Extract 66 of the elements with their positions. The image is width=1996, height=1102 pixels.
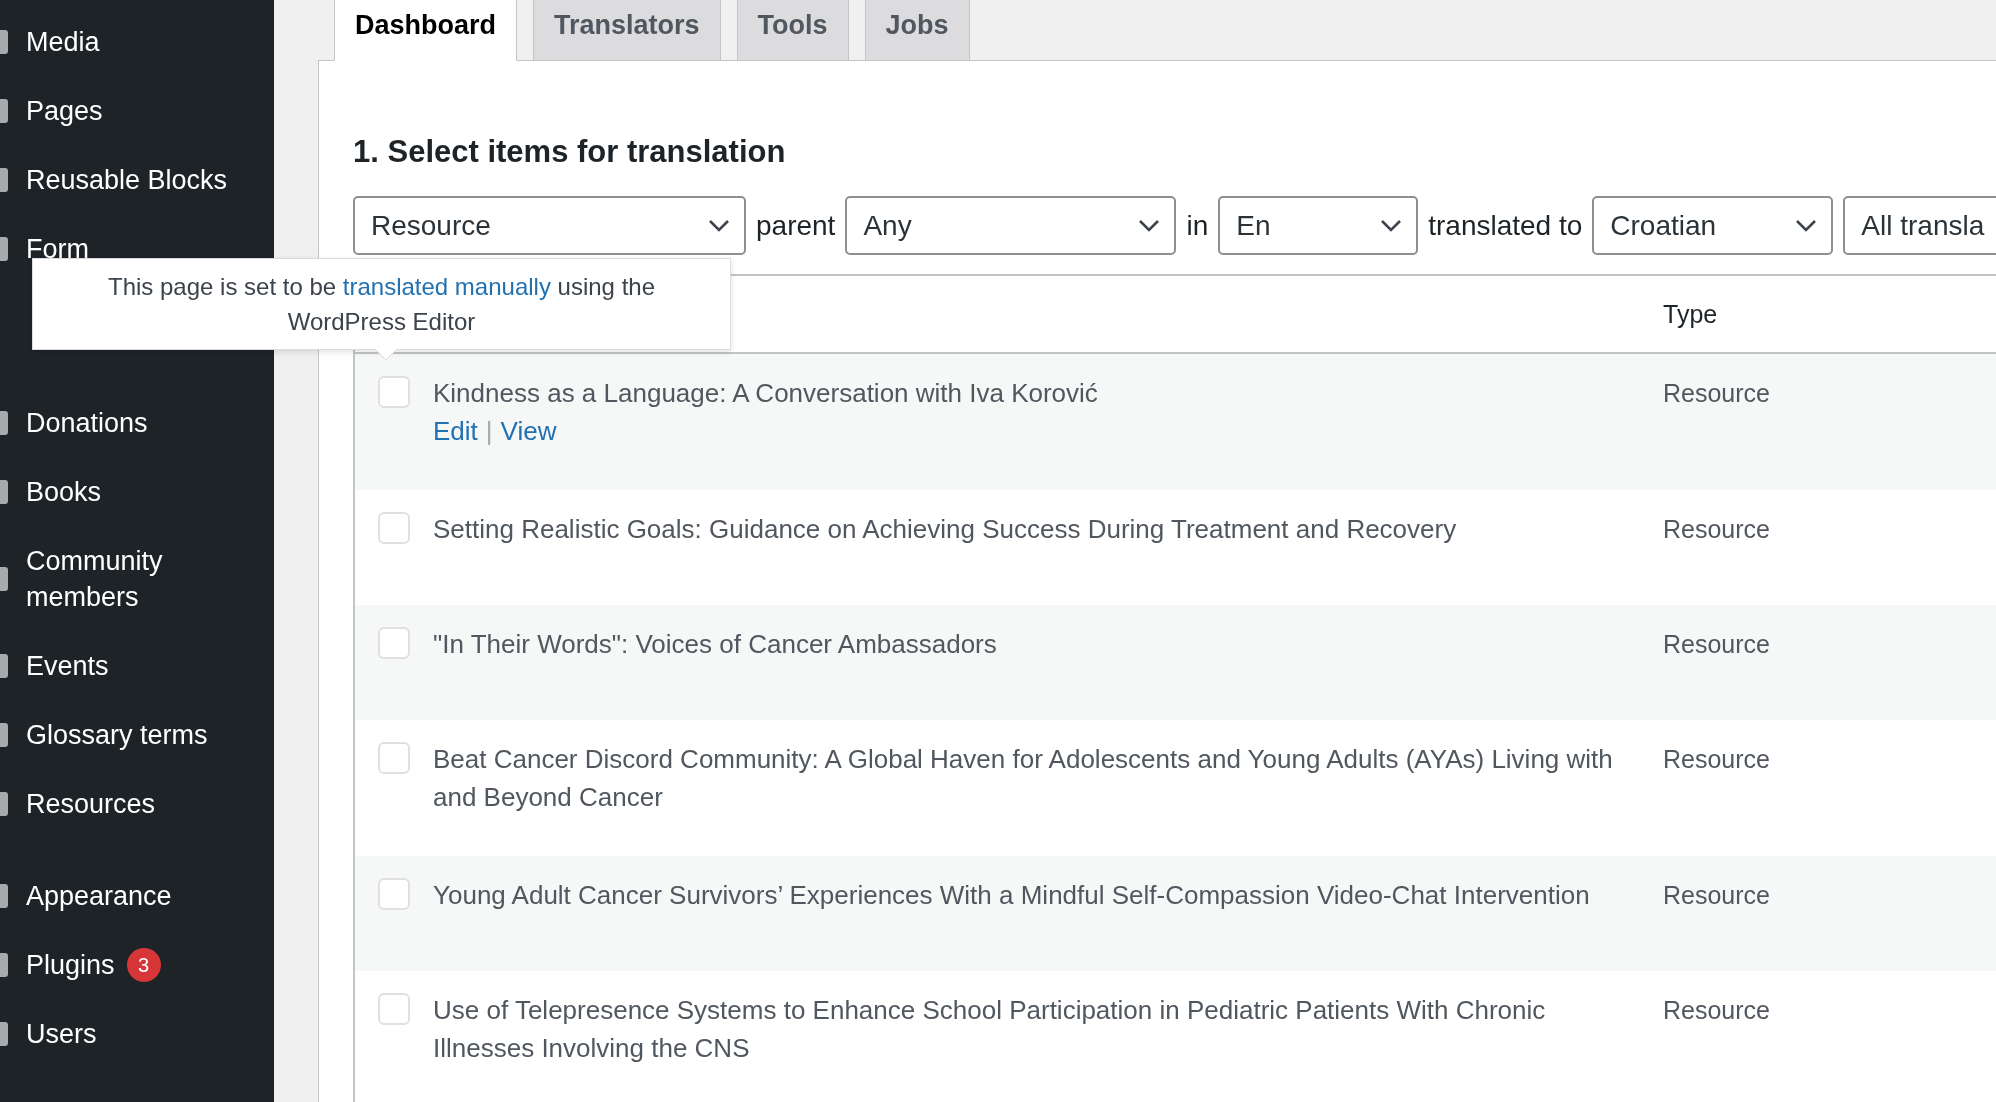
filter-label: parent: [756, 208, 836, 243]
sidebar-icon: [0, 237, 8, 261]
checkbox[interactable]: [378, 627, 410, 660]
type-cell-text: Resource: [1663, 880, 1770, 912]
chevron-down-icon: [1380, 218, 1403, 233]
sidebar-item[interactable]: Resources: [26, 786, 156, 822]
type-cell-text: Resource: [1663, 744, 1770, 776]
item-title: Young Adult Cancer Survivors’ Experiences With a Mindful Self-Compassion Video-Chat Intervention: [433, 879, 1591, 913]
tab[interactable]: Translators: [533, 0, 721, 61]
sidebar-item[interactable]: Community members: [26, 543, 256, 615]
checkbox[interactable]: [378, 878, 410, 911]
count-badge: 3: [126, 948, 161, 982]
sidebar-icon: [0, 723, 8, 747]
chevron-down-icon: [708, 218, 730, 233]
sidebar-item[interactable]: Appearance: [26, 878, 172, 914]
sidebar-icon: [0, 884, 8, 908]
sidebar-icon: [0, 411, 8, 435]
item-title: Beat Cancer Discord Community: A Global Haven for Adolescents and Young Adults (AYAs) Living with and Beyond Cancer: [433, 743, 1614, 815]
sidebar-icon: [0, 30, 8, 54]
checkbox[interactable]: [378, 993, 410, 1026]
sidebar-item[interactable]: Pages: [26, 93, 103, 129]
filter-label: in: [1186, 208, 1209, 243]
sidebar-item[interactable]: Glossary terms: [26, 717, 208, 753]
sidebar-icon: [0, 1022, 8, 1046]
sidebar-item[interactable]: Events: [26, 648, 109, 684]
tab[interactable]: Dashboard: [334, 0, 518, 61]
type-cell-text: Resource: [1663, 629, 1770, 661]
column-header: Type: [1663, 299, 1718, 331]
select-field[interactable]: Resource: [353, 196, 746, 256]
select-field[interactable]: En: [1218, 196, 1419, 256]
sidebar-icon: [0, 99, 8, 123]
sidebar-item[interactable]: Donations: [26, 405, 148, 441]
sidebar-item[interactable]: Users: [26, 1016, 97, 1052]
sidebar-item[interactable]: Plugins: [26, 947, 115, 983]
type-cell-text: Resource: [1663, 995, 1770, 1027]
sidebar-icon: [0, 168, 8, 192]
sidebar-icon: [0, 567, 8, 591]
chevron-down-icon: [1795, 218, 1818, 233]
item-title: Kindness as a Language: A Conversation with Iva Korović: [433, 377, 1099, 411]
item-title: "In Their Words": Voices of Cancer Ambassadors: [433, 628, 998, 662]
checkbox[interactable]: [378, 512, 410, 545]
chevron-down-icon: [1138, 218, 1161, 233]
row-action-link[interactable]: View: [500, 416, 557, 447]
sidebar-item[interactable]: Reusable Blocks: [26, 162, 228, 198]
tooltip-link[interactable]: translated manually: [342, 273, 551, 300]
checkbox[interactable]: [378, 376, 410, 409]
select-field[interactable]: All transla: [1843, 196, 1996, 256]
sidebar-item[interactable]: Media: [26, 24, 100, 60]
checkbox[interactable]: [378, 742, 410, 775]
separator: |: [485, 416, 493, 447]
item-title: Setting Realistic Goals: Guidance on Achieving Success During Treatment and Recovery: [433, 513, 1458, 547]
type-cell-text: Resource: [1663, 514, 1770, 546]
sidebar-item[interactable]: Books: [26, 474, 102, 510]
tab[interactable]: Jobs: [864, 0, 970, 61]
row-action-link[interactable]: Edit: [433, 416, 478, 447]
sidebar-icon: [0, 654, 8, 678]
select-field[interactable]: Croatian: [1592, 196, 1834, 256]
select-field[interactable]: Any: [845, 196, 1177, 256]
item-title: Use of Telepresence Systems to Enhance School Participation in Pediatric Patients With Chronic Illnesses Involving the CNS: [433, 994, 1547, 1066]
type-cell-text: Resource: [1663, 378, 1770, 410]
sidebar-icon: [0, 953, 8, 977]
sidebar-icon: [0, 480, 8, 504]
section-heading: 1. Select items for translation: [353, 133, 787, 171]
filter-label: translated to: [1428, 208, 1583, 243]
tab[interactable]: Tools: [736, 0, 849, 61]
sidebar-icon: [0, 792, 8, 816]
